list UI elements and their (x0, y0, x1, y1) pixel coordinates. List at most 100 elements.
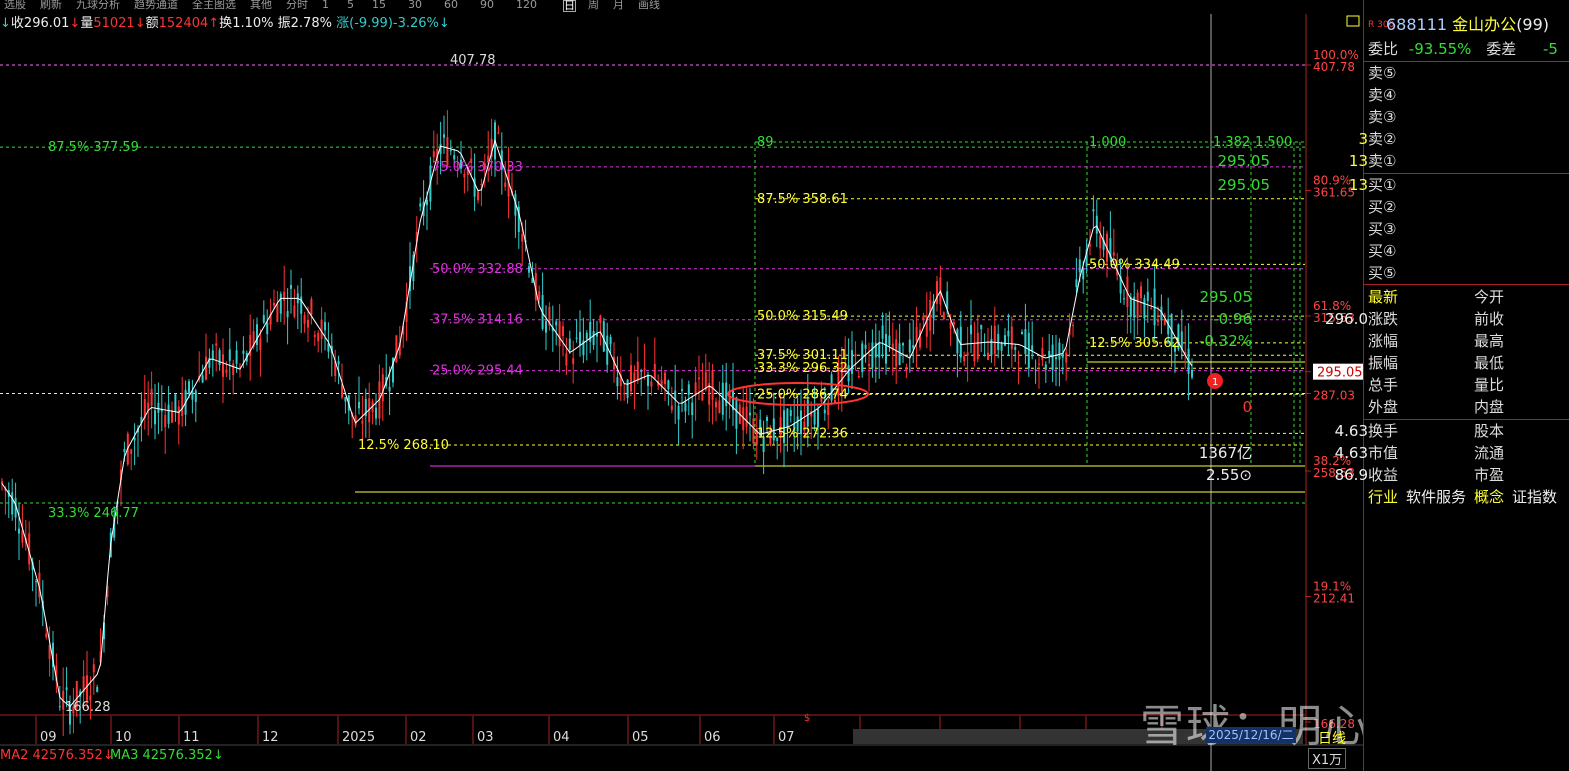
candle-body (205, 356, 207, 380)
candle-body (653, 363, 656, 379)
candle-body (1143, 298, 1146, 319)
sell-volume: 13 (1348, 152, 1368, 170)
candle-body (1167, 319, 1170, 335)
candle-body (164, 414, 167, 428)
candle-body (592, 330, 595, 346)
candle-body (953, 322, 955, 325)
pct-value: -0.32% (1198, 332, 1252, 350)
industry-value: 软件服务 (1406, 488, 1467, 506)
candle-body (715, 401, 717, 408)
candle-body (993, 325, 996, 355)
candle-body (65, 687, 68, 690)
candle-body (963, 355, 966, 362)
candle-body (636, 361, 639, 381)
candle-body (851, 350, 853, 374)
candle-body (504, 182, 507, 188)
candle-body (361, 420, 364, 424)
industry-label: 行业 (1368, 488, 1399, 506)
candle-body (167, 404, 170, 424)
eps-label: 收益 (1368, 466, 1399, 484)
candle-body (579, 331, 581, 346)
totalvol-label: 总手 (1368, 376, 1399, 394)
candle-body (443, 134, 445, 138)
candlestick-chart[interactable]: 0910111220250203040506070809101112100.0%… (0, 0, 1363, 771)
high-label: 最高 (1474, 332, 1505, 350)
candle-body (256, 324, 258, 345)
candle-body (358, 401, 360, 409)
candle-body (300, 296, 303, 314)
candle-body (1123, 298, 1125, 300)
sell-level-label: 卖③ (1368, 108, 1397, 126)
candle-body (854, 354, 857, 357)
candle-body (555, 321, 558, 326)
candle-body (538, 291, 541, 300)
candle-body (902, 343, 904, 346)
candle-body (888, 335, 891, 346)
candle-body (1017, 362, 1020, 364)
concept-value: 证指数 (1512, 488, 1558, 506)
candle-body (667, 380, 670, 390)
candle-body (623, 393, 626, 395)
shares-value: 4.63 (1334, 422, 1368, 440)
candle-body (307, 319, 309, 328)
candle-body (630, 365, 632, 392)
x-axis-label: 09 (40, 730, 57, 745)
candle-body (885, 333, 887, 364)
candle-body (18, 528, 20, 534)
candle-body (211, 350, 214, 360)
candle-body (521, 234, 524, 242)
pct-label: 涨幅 (1368, 332, 1399, 350)
candle-body (375, 407, 377, 419)
candle-body (480, 184, 483, 186)
candle-body (1072, 324, 1074, 326)
candle-body (262, 315, 265, 323)
period-label[interactable]: 日线 (1318, 728, 1346, 748)
candle-body (813, 410, 816, 425)
candle-body (303, 315, 306, 324)
candle-body (1038, 363, 1040, 365)
candle-body (317, 332, 320, 342)
candle-body (453, 155, 456, 160)
candle-body (718, 400, 721, 413)
fib-label: 12.5% 272.36 (757, 426, 848, 441)
mcap-value: 1367亿 (1198, 444, 1252, 462)
high-label: 407.78 (450, 53, 496, 68)
diff-label: 委差 (1486, 40, 1517, 58)
candle-body (766, 417, 768, 422)
ratio-value: -93.55% (1408, 40, 1472, 58)
fib-label: 37.5% 314.16 (432, 313, 523, 328)
candle-body (528, 266, 530, 273)
candle-body (11, 492, 14, 515)
turnover-label: 换手 (1368, 422, 1399, 440)
order-ratio-row: 委比 -93.55% 委差 -5 (1368, 38, 1558, 60)
buy-price: 295.05 (1217, 176, 1271, 194)
stock-tag: R 300 (1368, 20, 1395, 30)
candle-body (704, 371, 707, 390)
candle-body (337, 361, 340, 365)
candle-body (616, 377, 619, 387)
candle-body (497, 132, 500, 134)
candle-body (681, 389, 683, 391)
indicator-bar: MA2 42576.352↓ MA3 42576.352↓ (0, 745, 1305, 771)
candle-body (565, 353, 568, 366)
fib-label: 12.5% 268.10 (358, 438, 449, 453)
candle-body (640, 370, 643, 372)
candle-body (949, 322, 952, 329)
candle-body (976, 332, 979, 360)
fib-label: 87.5% 358.61 (757, 192, 848, 207)
candle-body (817, 409, 819, 428)
fib-label: 25.0% 295.44 (432, 364, 523, 379)
zoom-button[interactable]: X1万 (1308, 748, 1347, 769)
x-axis-label: 03 (477, 730, 494, 745)
fib-label: 50.0% 332.88 (432, 262, 523, 277)
candle-body (626, 379, 629, 398)
candle-body (266, 322, 269, 335)
candle-body (1157, 319, 1159, 323)
buy-level-label: 买④ (1368, 242, 1397, 260)
candle-body (609, 336, 612, 345)
candle-body (215, 343, 218, 346)
candle-body (694, 382, 697, 396)
candle-body (279, 293, 282, 314)
candle-body (670, 405, 673, 411)
latest-label: 最新 (1368, 288, 1399, 306)
